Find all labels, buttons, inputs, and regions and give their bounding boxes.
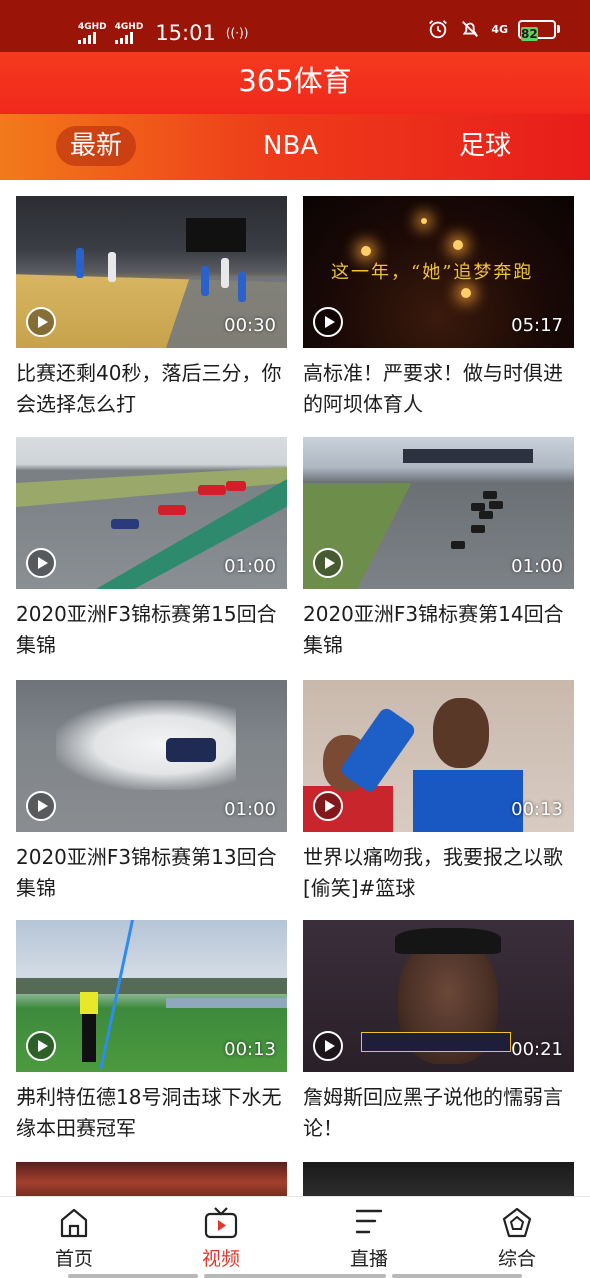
video-card[interactable]: 01:00 2020亚洲F3锦标赛第14回合集锦 xyxy=(303,437,574,661)
app-header: 365体育 xyxy=(0,52,590,114)
gesture-bar xyxy=(204,1274,386,1278)
video-thumbnail[interactable]: 01:00 xyxy=(16,680,287,832)
play-icon[interactable] xyxy=(313,307,343,337)
status-bar: 4GHD 4GHD 15:01 ((·)) 4G 82 xyxy=(0,0,590,52)
nav-label: 综合 xyxy=(497,1248,536,1270)
video-title[interactable]: 詹姆斯回应黑子说他的懦弱言论！ xyxy=(303,1082,574,1144)
video-title[interactable]: 2020亚洲F3锦标赛第13回合集锦 xyxy=(16,842,287,904)
thumbnail-overlay-text: 这一年，“她”追梦奔跑 xyxy=(331,262,534,283)
home-icon xyxy=(60,1208,88,1238)
video-duration: 00:21 xyxy=(511,1039,563,1060)
video-title[interactable]: 比赛还剩40秒，落后三分，你会选择怎么打 xyxy=(16,358,287,420)
nav-live[interactable]: 直播 xyxy=(319,1205,419,1272)
hotspot-icon: ((·)) xyxy=(225,26,249,40)
video-thumbnail[interactable]: 01:00 xyxy=(303,437,574,589)
play-icon[interactable] xyxy=(26,1031,56,1061)
alarm-icon xyxy=(429,20,448,39)
nav-label: 直播 xyxy=(349,1248,388,1270)
general-icon xyxy=(502,1207,532,1238)
play-icon[interactable] xyxy=(313,791,343,821)
play-icon[interactable] xyxy=(26,548,56,578)
mute-icon xyxy=(462,21,479,37)
video-title[interactable]: 弗利特伍德18号洞击球下水无缘本田赛冠军 xyxy=(16,1082,287,1144)
video-title[interactable]: 高标准！严要求！做与时俱进的阿坝体育人 xyxy=(303,358,574,420)
battery-icon: 82 xyxy=(518,19,560,41)
page-title: 365体育 xyxy=(238,64,352,98)
video-thumbnail[interactable]: 01:00 xyxy=(16,437,287,589)
video-card[interactable]: 00:13 世界以痛吻我，我要报之以歌[偷笑]#篮球 xyxy=(303,680,574,904)
nav-general[interactable]: 综合 xyxy=(467,1205,567,1272)
video-duration: 00:13 xyxy=(224,1039,276,1060)
video-title[interactable]: 2020亚洲F3锦标赛第14回合集锦 xyxy=(303,599,574,661)
video-title[interactable]: 2020亚洲F3锦标赛第15回合集锦 xyxy=(16,599,287,661)
network-type: 4G xyxy=(491,22,508,36)
play-icon[interactable] xyxy=(26,307,56,337)
signal-icon: 4GHD xyxy=(114,21,144,44)
video-duration: 00:30 xyxy=(224,315,276,336)
nav-label: 首页 xyxy=(54,1248,93,1270)
nav-home[interactable]: 首页 xyxy=(24,1205,124,1272)
video-card[interactable]: 00:13 弗利特伍德18号洞击球下水无缘本田赛冠军 xyxy=(16,920,287,1144)
video-thumbnail[interactable]: 00:13 xyxy=(16,920,287,1072)
clock: 15:01 xyxy=(155,21,216,45)
play-icon[interactable] xyxy=(313,1031,343,1061)
video-card[interactable]: 00:30 比赛还剩40秒，落后三分，你会选择怎么打 xyxy=(16,196,287,420)
video-thumbnail[interactable]: 这一年，“她”追梦奔跑 05:17 xyxy=(303,196,574,348)
battery-level: 82 xyxy=(521,26,538,41)
video-thumbnail[interactable]: 00:21 xyxy=(303,920,574,1072)
video-duration: 05:17 xyxy=(511,315,563,336)
video-icon xyxy=(204,1207,238,1239)
nav-label: 视频 xyxy=(201,1248,240,1270)
gesture-bar xyxy=(68,1274,198,1278)
video-title[interactable]: 世界以痛吻我，我要报之以歌[偷笑]#篮球 xyxy=(303,842,574,904)
video-duration: 00:13 xyxy=(511,799,563,820)
signal-label-2: 4GHD xyxy=(114,21,144,32)
signal-icon: 4GHD xyxy=(78,21,107,44)
video-duration: 01:00 xyxy=(224,799,276,820)
video-card[interactable]: 00:21 詹姆斯回应黑子说他的懦弱言论！ xyxy=(303,920,574,1144)
video-duration: 01:00 xyxy=(224,556,276,577)
live-icon xyxy=(355,1209,383,1234)
video-duration: 01:00 xyxy=(511,556,563,577)
video-card[interactable]: 01:00 2020亚洲F3锦标赛第13回合集锦 xyxy=(16,680,287,904)
nav-video[interactable]: 视频 xyxy=(171,1205,271,1272)
video-thumbnail[interactable]: 00:30 xyxy=(16,196,287,348)
gesture-bar xyxy=(392,1274,522,1278)
video-thumbnail[interactable]: 00:13 xyxy=(303,680,574,832)
category-tabs: 最新 NBA 足球 xyxy=(0,114,590,180)
video-card[interactable]: 01:00 2020亚洲F3锦标赛第15回合集锦 xyxy=(16,437,287,661)
tab-football[interactable]: 足球 xyxy=(459,126,511,166)
tab-latest[interactable]: 最新 xyxy=(56,126,137,166)
video-card[interactable]: 这一年，“她”追梦奔跑 05:17 高标准！严要求！做与时俱进的阿坝体育人 xyxy=(303,196,574,420)
play-icon[interactable] xyxy=(313,548,343,578)
play-icon[interactable] xyxy=(26,791,56,821)
bottom-nav: 首页 视频 直播 综合 xyxy=(0,1196,590,1278)
signal-label-1: 4GHD xyxy=(78,21,107,32)
tab-nba[interactable]: NBA xyxy=(263,126,318,166)
